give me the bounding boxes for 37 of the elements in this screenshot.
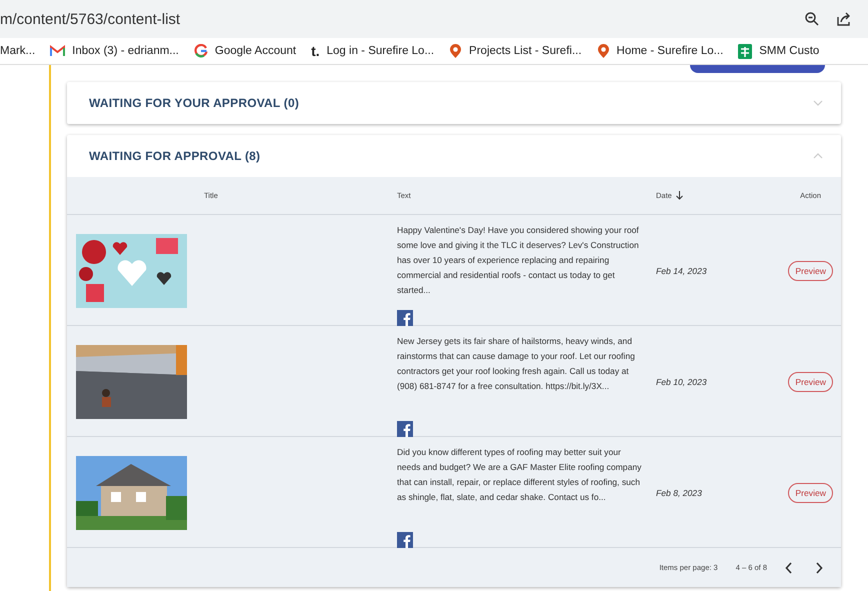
facebook-icon[interactable] bbox=[397, 532, 413, 548]
facebook-icon[interactable] bbox=[397, 421, 413, 437]
next-page-icon[interactable] bbox=[815, 562, 823, 574]
post-text: Did you know different types of roofing may better suit your needs and budget? We are a GAF Master Elite roofing company that can install, repair, or replace different styles of roofing, such as shingle, flat, slate, and cedar shake. Contact us fo... bbox=[397, 446, 642, 504]
panel-header[interactable]: WAITING FOR YOUR APPROVAL (0) bbox=[67, 82, 841, 124]
panel-title: WAITING FOR APPROVAL (8) bbox=[89, 149, 260, 163]
pin-icon bbox=[449, 44, 462, 58]
zoom-icon[interactable] bbox=[804, 11, 820, 27]
post-text: New Jersey gets its fair share of hailstorms, heavy winds, and rainstorms that can cause damage to your roof. Let our roofing contractors get your roof looking fresh again. Call us today at (908) 681-8747 for a free consultation. https://bit.ly/3X... bbox=[397, 335, 636, 393]
bookmark[interactable]: Google Account bbox=[194, 44, 312, 58]
preview-button[interactable]: Preview bbox=[788, 372, 833, 392]
bookmark[interactable]: SMM Custo bbox=[738, 44, 820, 58]
bookmark[interactable]: Inbox (3) - edrianm... bbox=[50, 45, 194, 57]
post-text: Happy Valentine's Day! Have you considered showing your roof some love and giving it the TLC it deserves? Lev's Construction has over 10 years of experience replacing and repairing commercial and residential roofs - contact us today to get started... bbox=[397, 224, 640, 297]
post-date: Feb 14, 2023 bbox=[656, 266, 707, 276]
google-icon bbox=[194, 44, 208, 58]
preview-button[interactable]: Preview bbox=[788, 260, 833, 280]
panel-title: WAITING FOR YOUR APPROVAL (0) bbox=[89, 96, 300, 110]
gmail-icon bbox=[50, 45, 66, 57]
logo-letter: t. bbox=[311, 43, 320, 59]
facebook-icon[interactable] bbox=[397, 310, 413, 326]
share-icon[interactable] bbox=[836, 11, 852, 27]
bookmark[interactable]: Home - Surefire Lo... bbox=[596, 44, 738, 58]
post-date: Feb 8, 2023 bbox=[656, 488, 702, 498]
previous-page-icon[interactable] bbox=[785, 562, 793, 574]
address-bar[interactable]: m/content/5763/content-list bbox=[0, 0, 868, 38]
sort-arrow-icon[interactable] bbox=[676, 191, 683, 200]
panel-header[interactable]: WAITING FOR APPROVAL (8) bbox=[67, 135, 841, 177]
bookmark[interactable]: Projects List - Surefi... bbox=[449, 44, 597, 58]
partial-button[interactable] bbox=[690, 65, 825, 73]
url-text: m/content/5763/content-list bbox=[0, 10, 180, 28]
pin-icon bbox=[596, 44, 610, 58]
post-date: Feb 10, 2023 bbox=[656, 376, 707, 386]
bookmark[interactable]: t. Log in - Surefire Lo... bbox=[311, 43, 450, 59]
bookmark[interactable]: Mark... bbox=[0, 45, 50, 57]
sheet-icon bbox=[738, 44, 752, 58]
preview-button[interactable]: Preview bbox=[788, 482, 833, 502]
